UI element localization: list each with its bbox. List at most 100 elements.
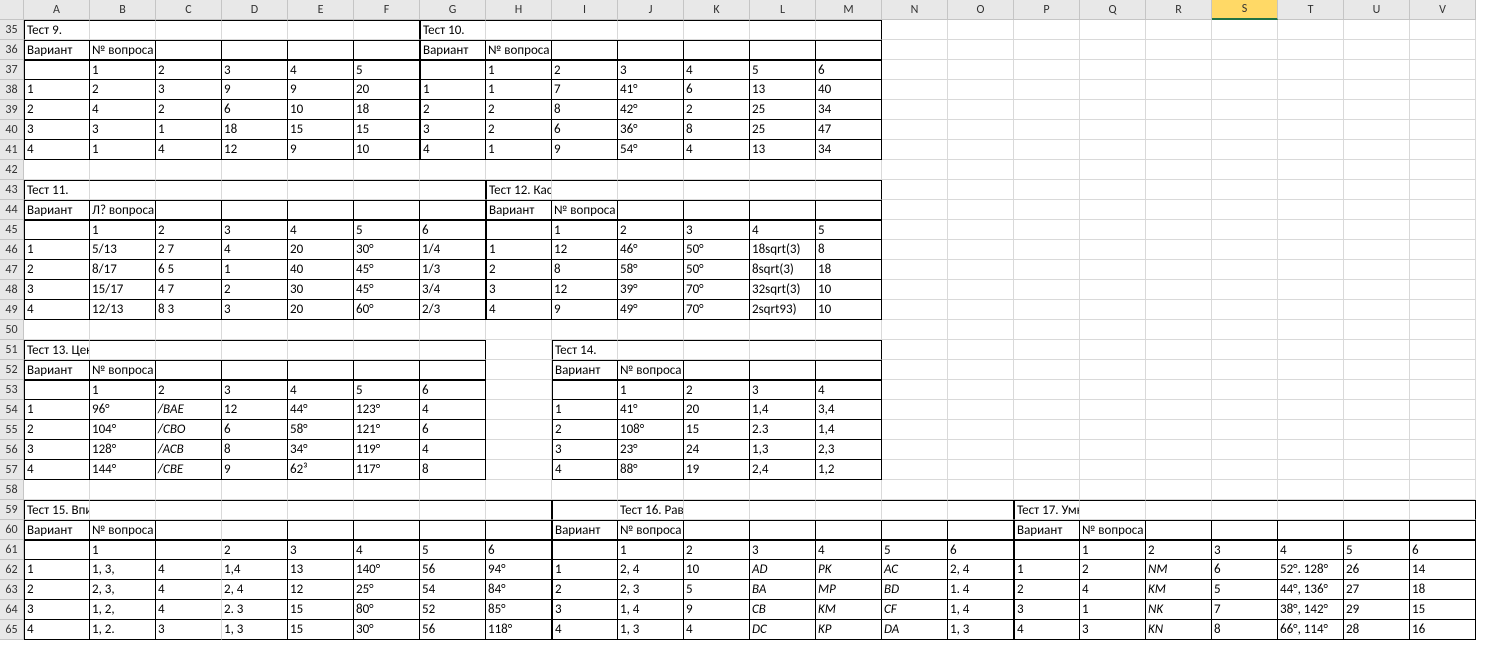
col-header-L[interactable]: L — [750, 0, 816, 20]
cell-H62[interactable]: 94° — [486, 560, 552, 580]
cell-B56[interactable]: 128° — [90, 440, 156, 460]
cell-U51[interactable] — [1344, 340, 1410, 360]
cell-F54[interactable]: 123° — [354, 400, 420, 420]
cell-T43[interactable] — [1278, 180, 1344, 200]
cell-K64[interactable]: 9 — [684, 600, 750, 620]
row-header-40[interactable]: 40 — [0, 120, 24, 140]
cell-K48[interactable]: 70° — [684, 280, 750, 300]
cell-V40[interactable] — [1410, 120, 1476, 140]
cell-I36[interactable] — [552, 40, 618, 60]
cell-F55[interactable]: 121° — [354, 420, 420, 440]
cell-P38[interactable] — [1014, 80, 1080, 100]
cell-G60[interactable] — [420, 520, 486, 540]
row-header-45[interactable]: 45 — [0, 220, 24, 240]
cell-R54[interactable] — [1146, 400, 1212, 420]
cell-I57[interactable]: 4 — [552, 460, 618, 480]
cell-M43[interactable] — [816, 180, 882, 200]
cell-Q36[interactable] — [1080, 40, 1146, 60]
cell-E55[interactable]: 58° — [288, 420, 354, 440]
cell-P53[interactable] — [1014, 380, 1080, 400]
cell-R60[interactable] — [1146, 520, 1212, 540]
cell-D47[interactable]: 1 — [222, 260, 288, 280]
cell-H51[interactable] — [486, 340, 552, 360]
cell-E39[interactable]: 10 — [288, 100, 354, 120]
cell-Q59[interactable] — [1080, 500, 1146, 520]
cell-E59[interactable] — [288, 500, 354, 520]
cell-B44[interactable]: Л? вопроса — [90, 200, 156, 220]
cell-A37[interactable] — [24, 60, 90, 80]
cell-K54[interactable]: 20 — [684, 400, 750, 420]
cell-O54[interactable] — [948, 400, 1014, 420]
cell-F53[interactable]: 5 — [354, 380, 420, 400]
cell-O35[interactable] — [948, 20, 1014, 40]
cell-B63[interactable]: 2, 3, — [90, 580, 156, 600]
cell-G39[interactable]: 2 — [420, 100, 486, 120]
cell-R58[interactable] — [1146, 480, 1212, 500]
cell-M52[interactable] — [816, 360, 882, 380]
cell-P62[interactable]: 1 — [1014, 560, 1080, 580]
cell-L59[interactable] — [750, 500, 816, 520]
cell-O41[interactable] — [948, 140, 1014, 160]
cell-P36[interactable] — [1014, 40, 1080, 60]
cell-N58[interactable] — [882, 480, 948, 500]
cell-A46[interactable]: 1 — [24, 240, 90, 260]
cell-L56[interactable]: 1,3 — [750, 440, 816, 460]
cell-B61[interactable]: 1 — [90, 540, 156, 560]
cell-K45[interactable]: 3 — [684, 220, 750, 240]
cell-K61[interactable]: 2 — [684, 540, 750, 560]
cell-N50[interactable] — [882, 320, 948, 340]
cell-G63[interactable]: 54 — [420, 580, 486, 600]
cell-V36[interactable] — [1410, 40, 1476, 60]
cell-U52[interactable] — [1344, 360, 1410, 380]
row-header-58[interactable]: 58 — [0, 480, 24, 500]
row-header-55[interactable]: 55 — [0, 420, 24, 440]
cell-E57[interactable]: 62³ — [288, 460, 354, 480]
cell-F60[interactable] — [354, 520, 420, 540]
cell-N42[interactable] — [882, 160, 948, 180]
cell-P41[interactable] — [1014, 140, 1080, 160]
cell-K44[interactable] — [684, 200, 750, 220]
cell-Q54[interactable] — [1080, 400, 1146, 420]
cell-R63[interactable]: KM — [1146, 580, 1212, 600]
cell-I65[interactable]: 4 — [552, 620, 618, 640]
cell-M36[interactable] — [816, 40, 882, 60]
cell-Q56[interactable] — [1080, 440, 1146, 460]
cell-K35[interactable] — [684, 20, 750, 40]
cell-S64[interactable]: 7 — [1212, 600, 1278, 620]
cell-K39[interactable]: 2 — [684, 100, 750, 120]
cell-M58[interactable] — [816, 480, 882, 500]
cell-S35[interactable] — [1212, 20, 1278, 40]
cell-S54[interactable] — [1212, 400, 1278, 420]
cell-L37[interactable]: 5 — [750, 60, 816, 80]
cell-C56[interactable]: /ACB — [156, 440, 222, 460]
cell-A45[interactable] — [24, 220, 90, 240]
cell-K37[interactable]: 4 — [684, 60, 750, 80]
cell-A51[interactable]: Тест 13. Центральные н вписанные углы — [24, 340, 90, 360]
cell-K47[interactable]: 50° — [684, 260, 750, 280]
cell-M59[interactable] — [816, 500, 882, 520]
cell-R52[interactable] — [1146, 360, 1212, 380]
row-header-50[interactable]: 50 — [0, 320, 24, 340]
cell-T50[interactable] — [1278, 320, 1344, 340]
cell-M62[interactable]: PK — [816, 560, 882, 580]
cell-O38[interactable] — [948, 80, 1014, 100]
cell-R35[interactable] — [1146, 20, 1212, 40]
cell-T63[interactable]: 44°, 136° — [1278, 580, 1344, 600]
cell-S41[interactable] — [1212, 140, 1278, 160]
cell-K62[interactable]: 10 — [684, 560, 750, 580]
cell-V45[interactable] — [1410, 220, 1476, 240]
cell-Q51[interactable] — [1080, 340, 1146, 360]
cell-T45[interactable] — [1278, 220, 1344, 240]
cell-Q40[interactable] — [1080, 120, 1146, 140]
row-header-39[interactable]: 39 — [0, 100, 24, 120]
cell-P42[interactable] — [1014, 160, 1080, 180]
cell-I58[interactable] — [552, 480, 618, 500]
cell-R36[interactable] — [1146, 40, 1212, 60]
cell-E56[interactable]: 34° — [288, 440, 354, 460]
cell-F50[interactable] — [354, 320, 420, 340]
cell-V64[interactable]: 15 — [1410, 600, 1476, 620]
cell-R55[interactable] — [1146, 420, 1212, 440]
cell-D39[interactable]: 6 — [222, 100, 288, 120]
cell-B62[interactable]: 1, 3, — [90, 560, 156, 580]
cell-E64[interactable]: 15 — [288, 600, 354, 620]
